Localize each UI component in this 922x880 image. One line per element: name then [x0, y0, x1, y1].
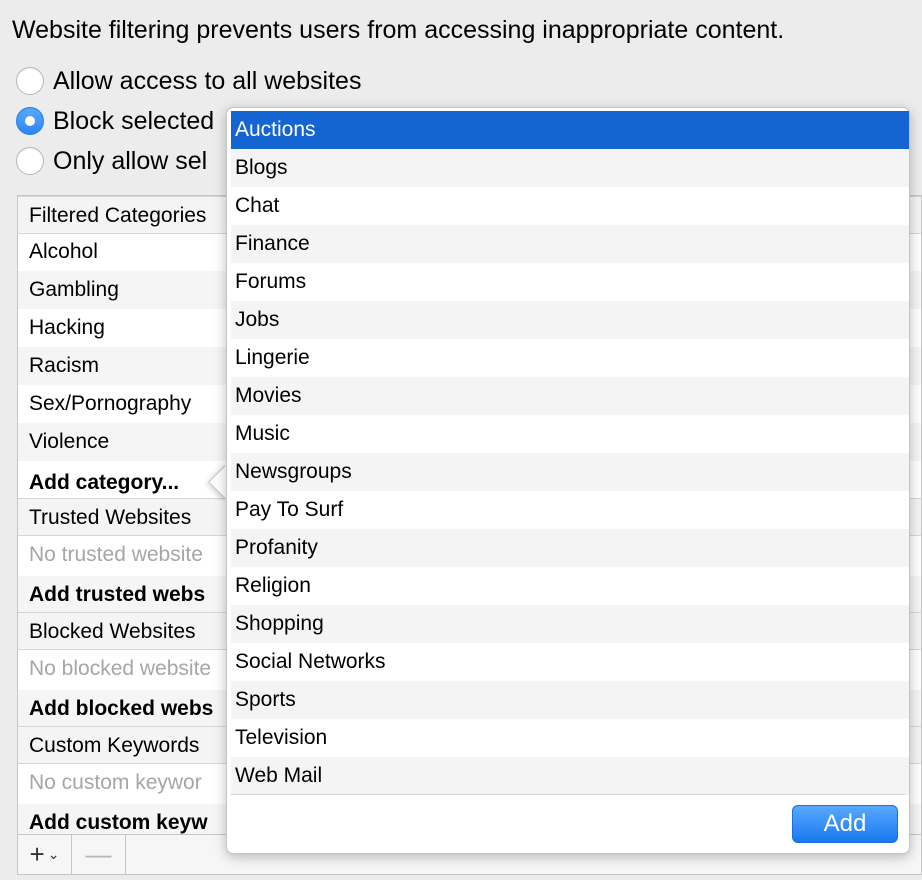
category-option[interactable]: Profanity: [231, 529, 909, 567]
category-option[interactable]: Movies: [231, 377, 909, 415]
category-option[interactable]: Music: [231, 415, 909, 453]
minus-icon: —: [85, 839, 112, 869]
radio-only-allow[interactable]: Only allow sel: [16, 144, 207, 178]
radio-label: Only allow sel: [53, 146, 208, 175]
category-option[interactable]: Blogs: [231, 149, 909, 187]
category-option[interactable]: Sports: [231, 681, 909, 719]
radio-button[interactable]: [16, 67, 44, 95]
category-option[interactable]: Shopping: [231, 605, 909, 643]
radio-button[interactable]: [16, 107, 44, 135]
plus-icon: +: [29, 839, 45, 869]
category-option[interactable]: Finance: [231, 225, 909, 263]
category-option[interactable]: Jobs: [231, 301, 909, 339]
category-option[interactable]: Religion: [231, 567, 909, 605]
radio-label: Block selected: [53, 106, 215, 135]
category-option[interactable]: Forums: [231, 263, 909, 301]
category-picker-list: Auctions Blogs Chat Finance Forums Jobs …: [231, 111, 909, 795]
radio-allow-all[interactable]: Allow access to all websites: [16, 64, 361, 98]
radio-block-selected[interactable]: Block selected: [16, 104, 214, 138]
category-popover: Auctions Blogs Chat Finance Forums Jobs …: [226, 107, 910, 854]
category-option[interactable]: Auctions: [231, 111, 909, 149]
category-option[interactable]: Lingerie: [231, 339, 909, 377]
category-option[interactable]: Web Mail: [231, 757, 909, 795]
chevron-down-icon: ⌄: [47, 846, 60, 862]
category-option[interactable]: Television: [231, 719, 909, 757]
add-menu-button[interactable]: + ⌄: [18, 835, 72, 874]
category-option[interactable]: Newsgroups: [231, 453, 909, 491]
popover-arrow: [201, 463, 225, 501]
category-option[interactable]: Pay To Surf: [231, 491, 909, 529]
popover-divider: [231, 794, 905, 795]
category-option[interactable]: Chat: [231, 187, 909, 225]
description-text: Website filtering prevents users from ac…: [12, 16, 785, 44]
category-option[interactable]: Social Networks: [231, 643, 909, 681]
add-button[interactable]: Add: [792, 805, 898, 843]
radio-label: Allow access to all websites: [53, 66, 362, 95]
radio-button[interactable]: [16, 147, 44, 175]
remove-button[interactable]: —: [72, 835, 126, 874]
